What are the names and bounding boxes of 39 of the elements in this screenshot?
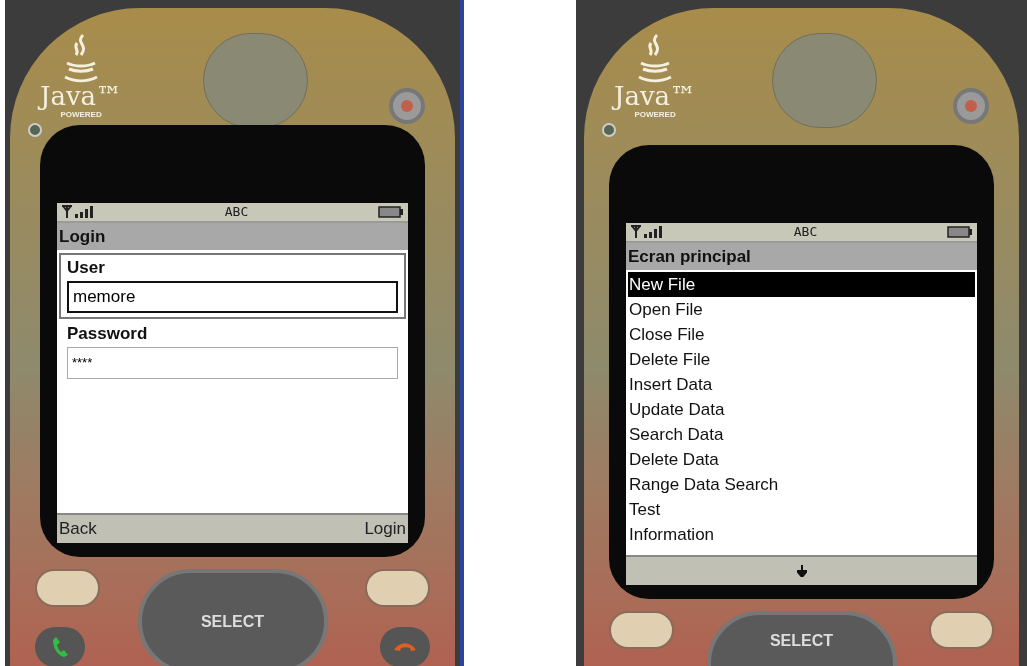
- logo-tagline: POWERED: [634, 110, 676, 121]
- menu-item[interactable]: Range Data Search: [628, 472, 975, 497]
- screen-title: Login: [57, 223, 408, 250]
- side-button[interactable]: [602, 123, 616, 137]
- end-call-button[interactable]: [380, 627, 430, 666]
- hang-up-icon: [393, 642, 417, 652]
- left-softkey-button[interactable]: [35, 569, 100, 607]
- menu-item[interactable]: Update Data: [628, 397, 975, 422]
- select-button[interactable]: SELECT: [706, 611, 897, 666]
- menu-item[interactable]: Test: [628, 497, 975, 522]
- battery-icon: [378, 206, 404, 218]
- phone-handset-icon: [52, 636, 68, 658]
- login-command[interactable]: Login: [364, 516, 406, 542]
- side-button[interactable]: [28, 123, 42, 137]
- call-button[interactable]: [35, 627, 85, 666]
- battery-icon: [947, 226, 973, 238]
- back-command[interactable]: Back: [59, 516, 97, 542]
- menu-item[interactable]: Delete File: [628, 347, 975, 372]
- input-mode-indicator: ABC: [793, 223, 818, 242]
- menu-item[interactable]: Insert Data: [628, 372, 975, 397]
- field-label: User: [67, 257, 106, 279]
- screen-title: Ecran principal: [626, 243, 977, 270]
- menu-item[interactable]: Close File: [628, 322, 975, 347]
- select-button[interactable]: SELECT: [137, 569, 328, 666]
- right-softkey-button[interactable]: [929, 611, 994, 649]
- logo-tagline: POWERED: [60, 110, 102, 121]
- menu-item[interactable]: Information: [628, 522, 975, 547]
- signal-icon: [61, 205, 95, 219]
- field-label: Password: [67, 323, 149, 345]
- menu-item[interactable]: New File: [628, 272, 975, 297]
- signal-icon: [630, 225, 664, 239]
- input-mode-indicator: ABC: [224, 203, 249, 222]
- menu-item[interactable]: Delete Data: [628, 447, 975, 472]
- menu-item[interactable]: Open File: [628, 297, 975, 322]
- left-softkey-button[interactable]: [609, 611, 674, 649]
- menu-item[interactable]: Search Data: [628, 422, 975, 447]
- text-field[interactable]: ****: [67, 347, 398, 379]
- right-softkey-button[interactable]: [365, 569, 430, 607]
- text-field[interactable]: memore: [67, 281, 398, 313]
